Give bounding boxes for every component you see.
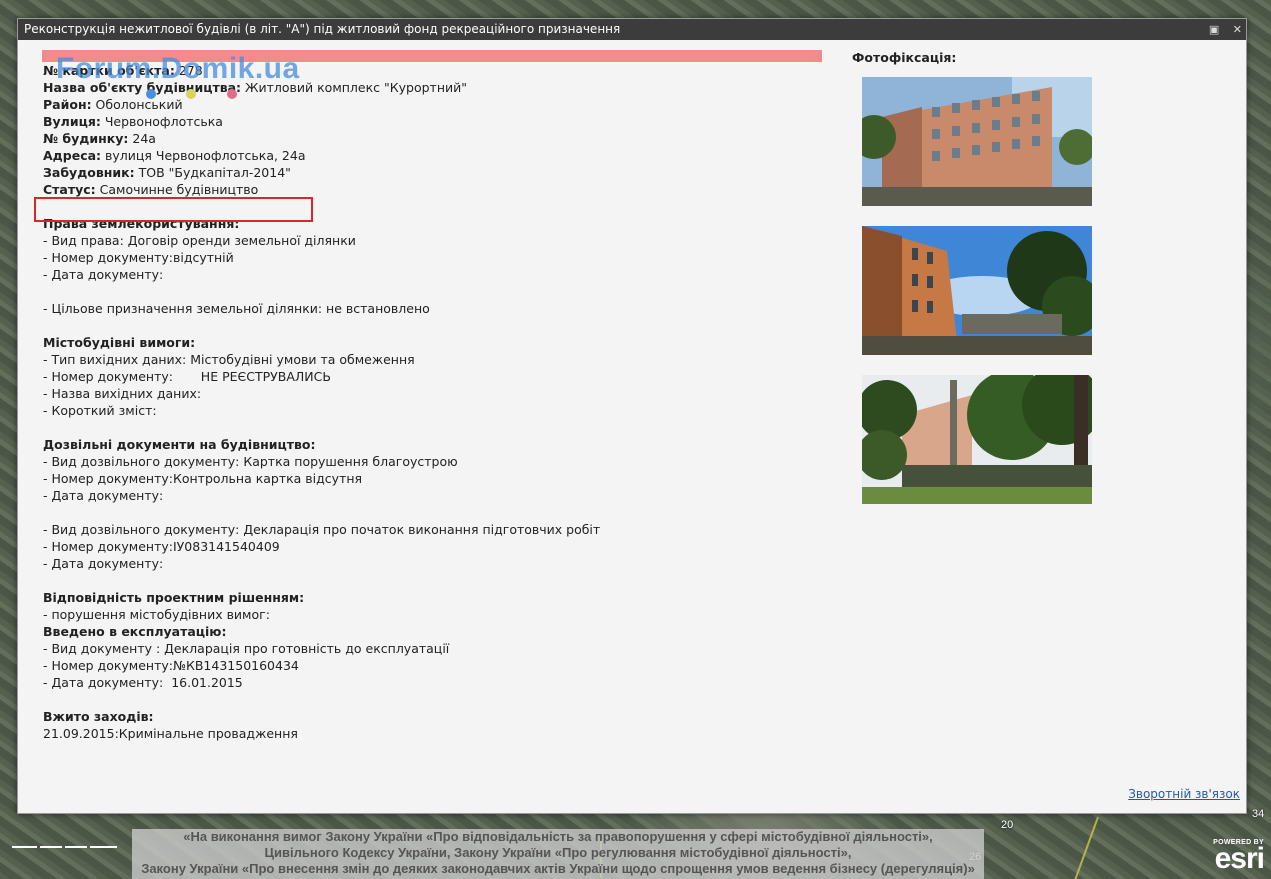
commissioning-line: - Дата документу: 16.01.2015 [43,675,243,690]
land-use-line: - Дата документу: [43,267,164,282]
measures-heading: Вжито заходів: [43,709,154,724]
compliance-line: - порушення містобудівних вимог: [43,607,270,622]
photo-thumbnail-1[interactable] [862,77,1092,206]
object-details: № картки об'єкта: 278 Назва об'єкту буді… [43,62,833,742]
maximize-icon[interactable]: ▣ [1209,23,1219,36]
watermark-dot [227,89,237,99]
permits-heading: Дозвільні документи на будівництво: [43,437,316,452]
permits-line: - Вид дозвільного документу: Картка пору… [43,454,458,469]
urban-requirements-line: - Короткий зміст: [43,403,157,418]
watermark-logo: Forum.Domik.ua [56,52,300,85]
compliance-heading: Відповідність проектним рішенням: [43,590,305,605]
map-scale-bar [12,846,117,850]
legal-notice-banner: «На виконання вимог Закону України «Про … [132,829,984,879]
commissioning-heading: Введено в експлуатацію: [43,624,227,639]
status-label: Статус: [43,182,96,197]
popup-title: Реконструкція нежитлової будівлі (в літ.… [24,22,621,36]
measures-line: 21.09.2015:Кримінальне провадження [43,726,298,741]
photo-thumbnail-2[interactable] [862,226,1092,355]
land-use-line: - Номер документу:відсутній [43,250,234,265]
permits-line: - Дата документу: [43,488,164,503]
address-value: вулиця Червонофлотська, 24а [101,148,306,163]
popup-titlebar[interactable]: Реконструкція нежитлової будівлі (в літ.… [18,19,1246,40]
permits-line: - Номер документу:Контрольна картка відс… [43,471,363,486]
developer-value: ТОВ "Будкапітал-2014" [134,165,291,180]
permits-line: - Дата документу: [43,556,164,571]
street-value: Червонофлотська [100,114,223,129]
permits-line: - Номер документу:ІУ083141540409 [43,539,280,554]
esri-wordmark: esri [1214,842,1265,875]
close-icon[interactable]: ✕ [1233,23,1242,36]
photos-heading: Фотофіксація: [852,50,957,65]
permits-line: - Вид дозвільного документу: Декларація … [43,522,601,537]
urban-requirements-line: - Тип вихідних даних: Містобудівні умови… [43,352,415,367]
developer-label: Забудовник: [43,165,135,180]
popup-content: № картки об'єкта: 278 Назва об'єкту буді… [18,40,1246,813]
watermark-dot [146,89,156,99]
house-number-label: № будинку: [43,131,129,146]
urban-requirements-heading: Містобудівні вимоги: [43,335,196,350]
photo-thumbnail-3[interactable] [862,375,1092,504]
status-highlight-box [34,197,313,222]
object-info-popup: Реконструкція нежитлової будівлі (в літ.… [17,18,1247,814]
watermark-dot [186,89,196,99]
feedback-link[interactable]: Зворотній зв'язок [1128,787,1240,801]
district-value: Оболонський [91,97,183,112]
status-value: Самочинне будівництво [95,182,259,197]
land-use-line: - Вид права: Договір оренди земельної ді… [43,233,356,248]
commissioning-line: - Вид документу : Декларація про готовні… [43,641,450,656]
house-number-value: 24а [128,131,156,146]
urban-requirements-line: - Номер документу: НЕ РЕЄСТРУВАЛИСЬ [43,369,331,384]
legal-notice-line: Закону України «Про внесення змін до дея… [141,861,975,876]
urban-requirements-line: - Назва вихідних даних: [43,386,202,401]
address-label: Адреса: [43,148,102,163]
street-label: Вулиця: [43,114,101,129]
land-use-line: - Цільове призначення земельної ділянки:… [43,301,430,316]
legal-notice-line: Цивільного Кодексу України, Закону Украї… [264,845,852,860]
map-parcel-number: 34 [1252,808,1265,820]
commissioning-line: - Номер документу:№КВ143150160434 [43,658,299,673]
district-label: Район: [43,97,92,112]
esri-logo: POWERED BY esri [1206,839,1265,875]
legal-notice-line: «На виконання вимог Закону України «Про … [183,829,933,844]
map-parcel-number: 20 [1001,819,1014,831]
